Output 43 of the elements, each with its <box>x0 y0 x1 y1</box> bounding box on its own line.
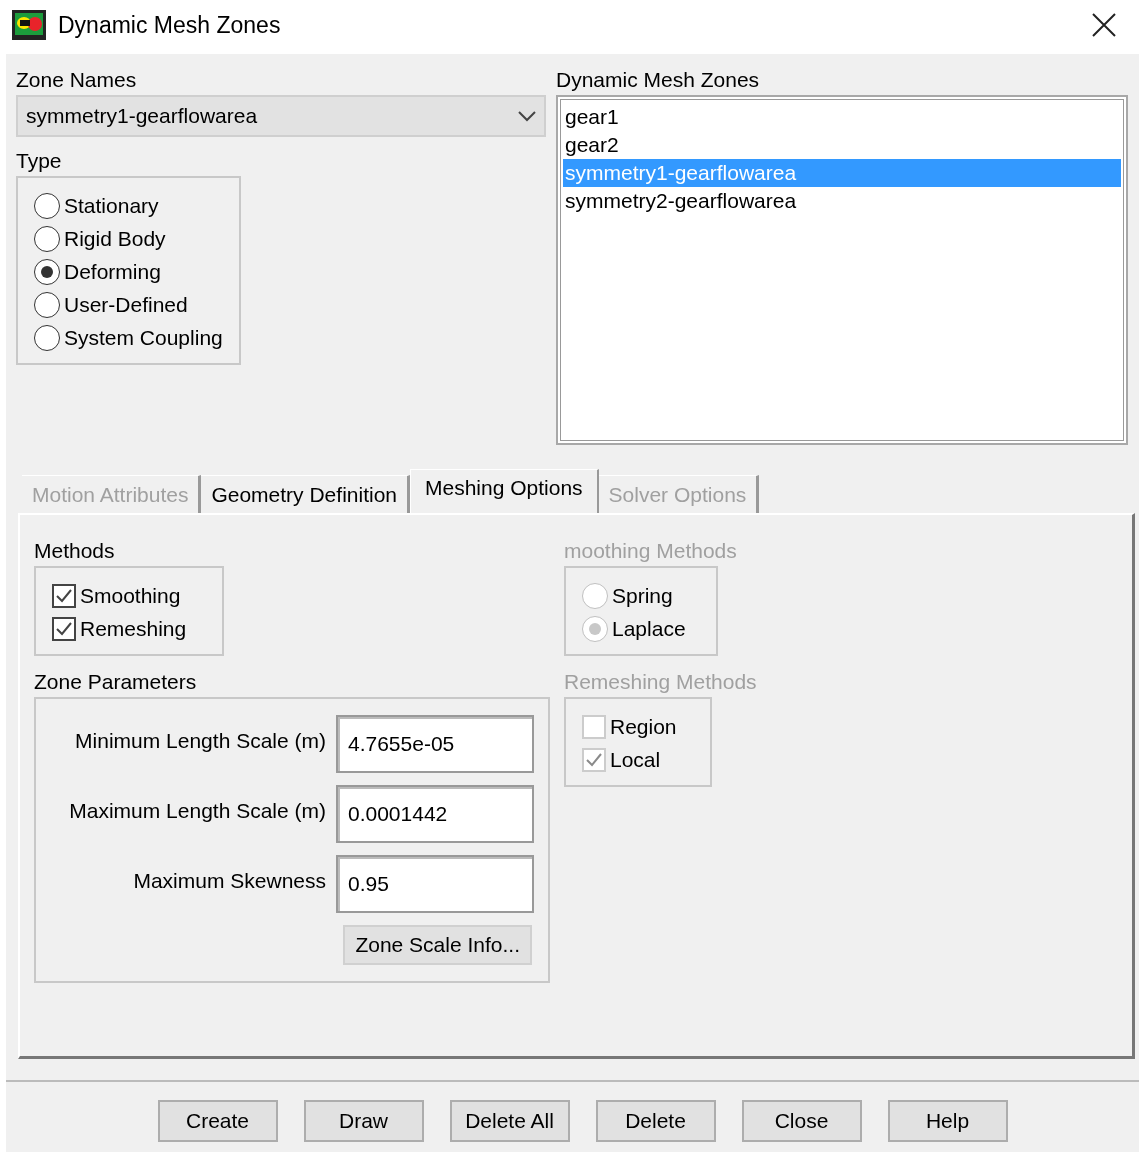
field-label: Maximum Length Scale (m) <box>69 798 326 823</box>
radio-button[interactable] <box>34 291 60 318</box>
list-item[interactable]: symmetry2-gearflowarea <box>563 187 1121 215</box>
group-label: Zone Parameters <box>34 670 198 694</box>
field-label: Maximum Skewness <box>133 868 326 893</box>
radio-option[interactable]: System Coupling <box>34 322 223 353</box>
dialog-button[interactable]: Close <box>741 1100 862 1142</box>
dialog-button[interactable]: Help <box>887 1100 1008 1142</box>
radio-button[interactable] <box>34 258 60 285</box>
list-item[interactable]: gear1 <box>563 103 1121 131</box>
checkbox[interactable] <box>52 616 76 641</box>
dialog-button[interactable]: Delete All <box>449 1100 570 1142</box>
field-label: Zone Names <box>16 68 138 92</box>
group-label: Methods <box>34 539 116 563</box>
list-item[interactable]: gear2 <box>563 131 1121 159</box>
group-label: moothing Methods <box>564 539 738 563</box>
radio-option[interactable]: Stationary <box>34 190 223 221</box>
tab[interactable]: Meshing Options <box>410 469 599 513</box>
radio-button[interactable] <box>34 192 60 219</box>
checkbox[interactable] <box>52 583 76 608</box>
dialog-button[interactable]: Create <box>157 1100 278 1142</box>
checkbox-option[interactable]: Smoothing <box>52 580 206 611</box>
radio-option[interactable]: Deforming <box>34 256 223 287</box>
app-icon <box>12 10 46 40</box>
list-label: Dynamic Mesh Zones <box>556 68 761 92</box>
radio-option[interactable]: Rigid Body <box>34 223 223 254</box>
input-field[interactable]: 0.0001442 <box>336 785 534 843</box>
radio-button[interactable] <box>34 324 60 351</box>
zone-names-dropdown[interactable]: symmetry1-gearflowarea <box>16 95 546 137</box>
checkbox-option[interactable]: Remeshing <box>52 613 206 644</box>
zone-scale-info-button[interactable]: Zone Scale Info... <box>343 925 532 965</box>
input-field[interactable]: 0.95 <box>336 855 534 913</box>
dialog-button[interactable]: Delete <box>595 1100 716 1142</box>
chevron-down-icon <box>518 110 536 122</box>
group-label: Remeshing Methods <box>564 670 757 694</box>
field-label: Minimum Length Scale (m) <box>75 728 326 753</box>
dialog-button[interactable]: Draw <box>303 1100 424 1142</box>
input-field[interactable]: 4.7655e-05 <box>336 715 534 773</box>
tab[interactable]: Geometry Definition <box>201 475 410 513</box>
radio-option[interactable]: User-Defined <box>34 289 223 320</box>
window-title: Dynamic Mesh Zones <box>58 11 282 39</box>
radio-button[interactable] <box>34 225 60 252</box>
group-label: Type <box>16 149 63 173</box>
